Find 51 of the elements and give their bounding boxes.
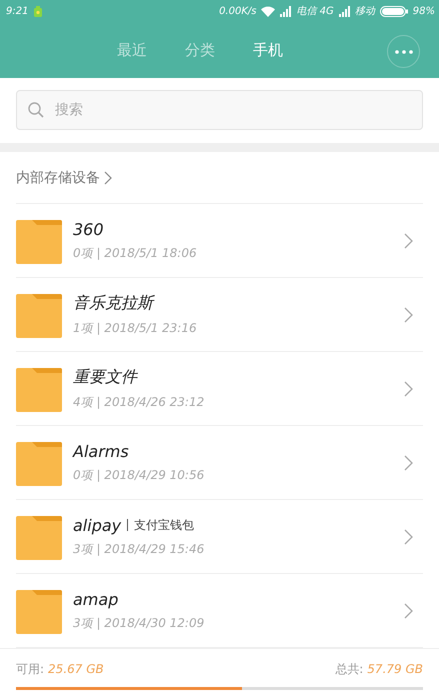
more-button[interactable]: [387, 35, 420, 68]
folder-name: amap: [73, 590, 118, 608]
search-icon: [28, 102, 44, 118]
folder-icon: [16, 366, 62, 412]
total-space: 57.79 GB: [367, 662, 423, 676]
folder-icon: [16, 218, 62, 264]
app-icon: [33, 6, 44, 16]
folder-details: 1项 | 2018/5/1 23:16: [73, 320, 198, 336]
chevron-right-icon: [404, 602, 413, 618]
folder-row[interactable]: 音乐克拉斯 1项 | 2018/5/1 23:16: [16, 278, 423, 352]
folder-row[interactable]: amap 3项 | 2018/4/30 12:09: [16, 574, 423, 648]
folder-details: 3项 | 2018/4/30 12:09: [73, 614, 206, 632]
signal-icon: [280, 6, 292, 16]
folder-name: 音乐克拉斯: [73, 292, 153, 314]
folder-row[interactable]: Alarms 0项 | 2018/4/29 10:56: [16, 426, 423, 500]
available-label: 可用:: [16, 662, 44, 676]
folder-note: 支付宝钱包: [127, 519, 194, 531]
folder-icon: [16, 514, 62, 560]
search-field[interactable]: 搜索: [16, 90, 423, 130]
clock: 9:21: [6, 6, 28, 16]
signal-icon: [338, 6, 350, 16]
breadcrumb-text[interactable]: 内部存储设备: [16, 168, 100, 186]
battery-level: 98%: [412, 6, 435, 16]
folder-name: Alarms: [73, 442, 129, 460]
battery-icon: [380, 6, 408, 16]
carrier-name: 移动: [354, 5, 375, 18]
carrier-name: 电信 4G: [296, 4, 334, 18]
folder-details: 0项 | 2018/5/1 18:06: [73, 244, 198, 262]
folder-icon: [16, 440, 62, 486]
available-space: 25.67 GB: [48, 662, 104, 676]
folder-details: 3项 | 2018/4/29 15:46: [73, 540, 206, 558]
folder-row[interactable]: 360 0项 | 2018/5/1 18:06: [16, 204, 423, 278]
chevron-right-icon: [404, 454, 413, 470]
chevron-right-icon: [404, 306, 413, 322]
chevron-right-icon: [404, 232, 413, 248]
wifi-icon: [261, 6, 276, 16]
folder-name: 360: [73, 220, 104, 238]
folder-row[interactable]: alipay 支付宝钱包 3项 | 2018/4/29 15:46: [16, 500, 423, 574]
more-icon: [394, 50, 412, 54]
folder-name: 重要文件: [73, 366, 137, 388]
network-speed: 0.00K/s: [219, 6, 256, 16]
folder-name: alipay: [73, 516, 122, 534]
folder-row[interactable]: 重要文件 4项 | 2018/4/26 23:12: [16, 352, 423, 426]
chevron-right-icon: [404, 528, 413, 544]
chevron-right-icon: [404, 380, 413, 396]
folder-icon: [16, 292, 62, 338]
folder-details: 0项 | 2018/4/29 10:56: [73, 466, 206, 484]
folder-details: 4项 | 2018/4/26 23:12: [73, 394, 206, 410]
chevron-right-icon: [104, 170, 112, 184]
total-label: 总共:: [335, 662, 364, 676]
folder-icon: [16, 588, 62, 634]
